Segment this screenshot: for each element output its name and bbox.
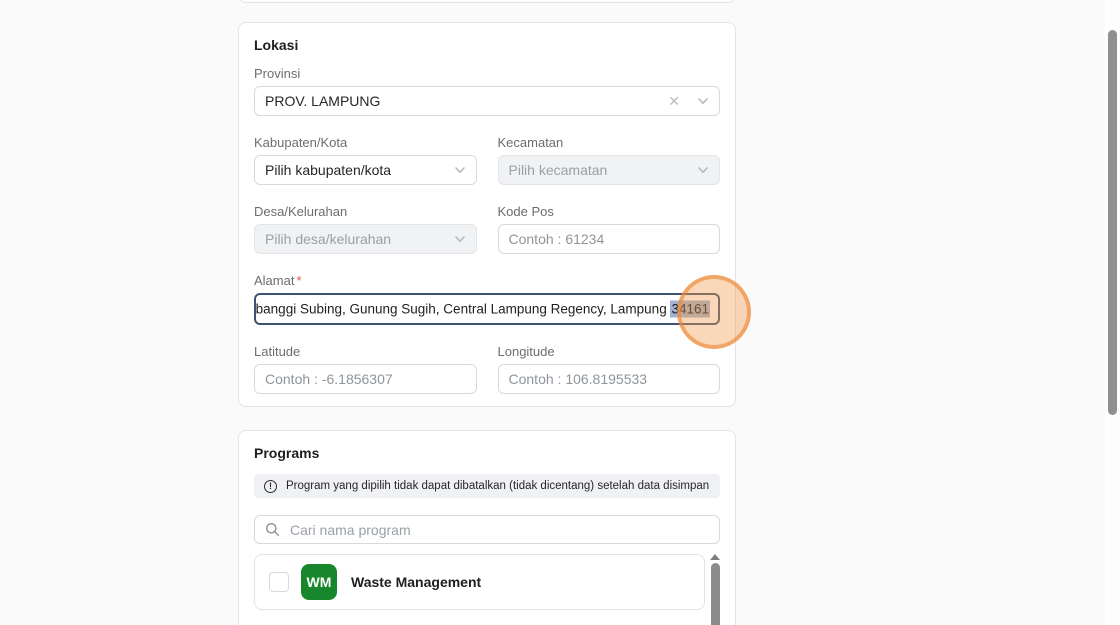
chevron-down-icon — [698, 98, 708, 104]
program-item-waste-management[interactable]: WM Waste Management — [254, 554, 705, 610]
program-checkbox[interactable] — [269, 572, 289, 592]
kabupaten-placeholder: Pilih kabupaten/kota — [265, 162, 392, 178]
info-banner-text: Program yang dipilih tidak dapat dibatal… — [286, 480, 710, 492]
desa-placeholder: Pilih desa/kelurahan — [265, 231, 392, 247]
alamat-label: Alamat * — [254, 273, 302, 288]
kecamatan-select: Pilih kecamatan — [497, 155, 720, 185]
desa-field: Desa/Kelurahan Pilih desa/kelurahan — [254, 204, 477, 254]
info-icon — [264, 479, 277, 493]
info-banner: Program yang dipilih tidak dapat dibatal… — [254, 474, 720, 498]
provinsi-field: Provinsi PROV. LAMPUNG ✕ — [254, 66, 720, 116]
alamat-selected-text: 34161 — [670, 300, 710, 318]
page-scrollbar-thumb[interactable] — [1108, 30, 1117, 415]
program-search — [254, 515, 720, 544]
latitude-label: Latitude — [254, 344, 301, 359]
program-name: Waste Management — [351, 574, 482, 590]
alamat-field: Alamat * ih, Terbanggi Subing, Gunung Sug… — [254, 273, 720, 325]
desa-select: Pilih desa/kelurahan — [254, 224, 477, 254]
program-list-scrollbar[interactable] — [710, 554, 720, 625]
program-list-scroll-thumb[interactable] — [710, 563, 720, 625]
desa-label: Desa/Kelurahan — [254, 204, 348, 219]
kabupaten-select[interactable]: Pilih kabupaten/kota — [254, 155, 477, 185]
clear-icon[interactable]: ✕ — [668, 94, 680, 108]
longitude-label: Longitude — [497, 344, 555, 359]
latitude-input[interactable] — [254, 364, 477, 394]
kecamatan-label: Kecamatan — [497, 135, 564, 150]
chevron-down-icon — [454, 236, 465, 242]
kecamatan-placeholder: Pilih kecamatan — [508, 162, 608, 178]
provinsi-value: PROV. LAMPUNG — [265, 93, 381, 109]
programs-title: Programs — [254, 445, 320, 461]
alamat-input[interactable]: ih, Terbanggi Subing, Gunung Sugih, Cent… — [254, 293, 720, 325]
kode-pos-label: Kode Pos — [497, 204, 554, 219]
chevron-down-icon — [454, 167, 465, 173]
program-search-input[interactable] — [290, 521, 709, 538]
kecamatan-field: Kecamatan Pilih kecamatan — [497, 135, 720, 185]
program-badge: WM — [301, 564, 337, 600]
previous-card-cutoff — [238, 0, 736, 3]
latitude-field: Latitude — [254, 344, 477, 394]
scroll-up-arrow-icon[interactable] — [710, 554, 720, 560]
kabupaten-field: Kabupaten/Kota Pilih kabupaten/kota — [254, 135, 477, 185]
longitude-field: Longitude — [497, 344, 720, 394]
page-scrollbar-track[interactable] — [1105, 0, 1120, 625]
provinsi-select[interactable]: PROV. LAMPUNG ✕ — [254, 86, 720, 116]
search-icon — [266, 523, 280, 537]
chevron-down-icon — [698, 167, 708, 173]
lokasi-title: Lokasi — [254, 37, 299, 53]
required-asterisk: * — [296, 273, 302, 288]
program-list-area: WM Waste Management — [254, 554, 720, 625]
lokasi-card: Lokasi Provinsi PROV. LAMPUNG ✕ Kabupate… — [238, 22, 736, 407]
kode-pos-input[interactable] — [497, 224, 720, 254]
kode-pos-field: Kode Pos — [497, 204, 720, 254]
provinsi-label: Provinsi — [254, 66, 301, 81]
longitude-input[interactable] — [497, 364, 720, 394]
programs-card: Programs Program yang dipilih tidak dapa… — [238, 430, 736, 625]
program-list: WM Waste Management — [254, 554, 705, 625]
kabupaten-label: Kabupaten/Kota — [254, 135, 348, 150]
alamat-value: ih, Terbanggi Subing, Gunung Sugih, Cent… — [254, 300, 710, 318]
